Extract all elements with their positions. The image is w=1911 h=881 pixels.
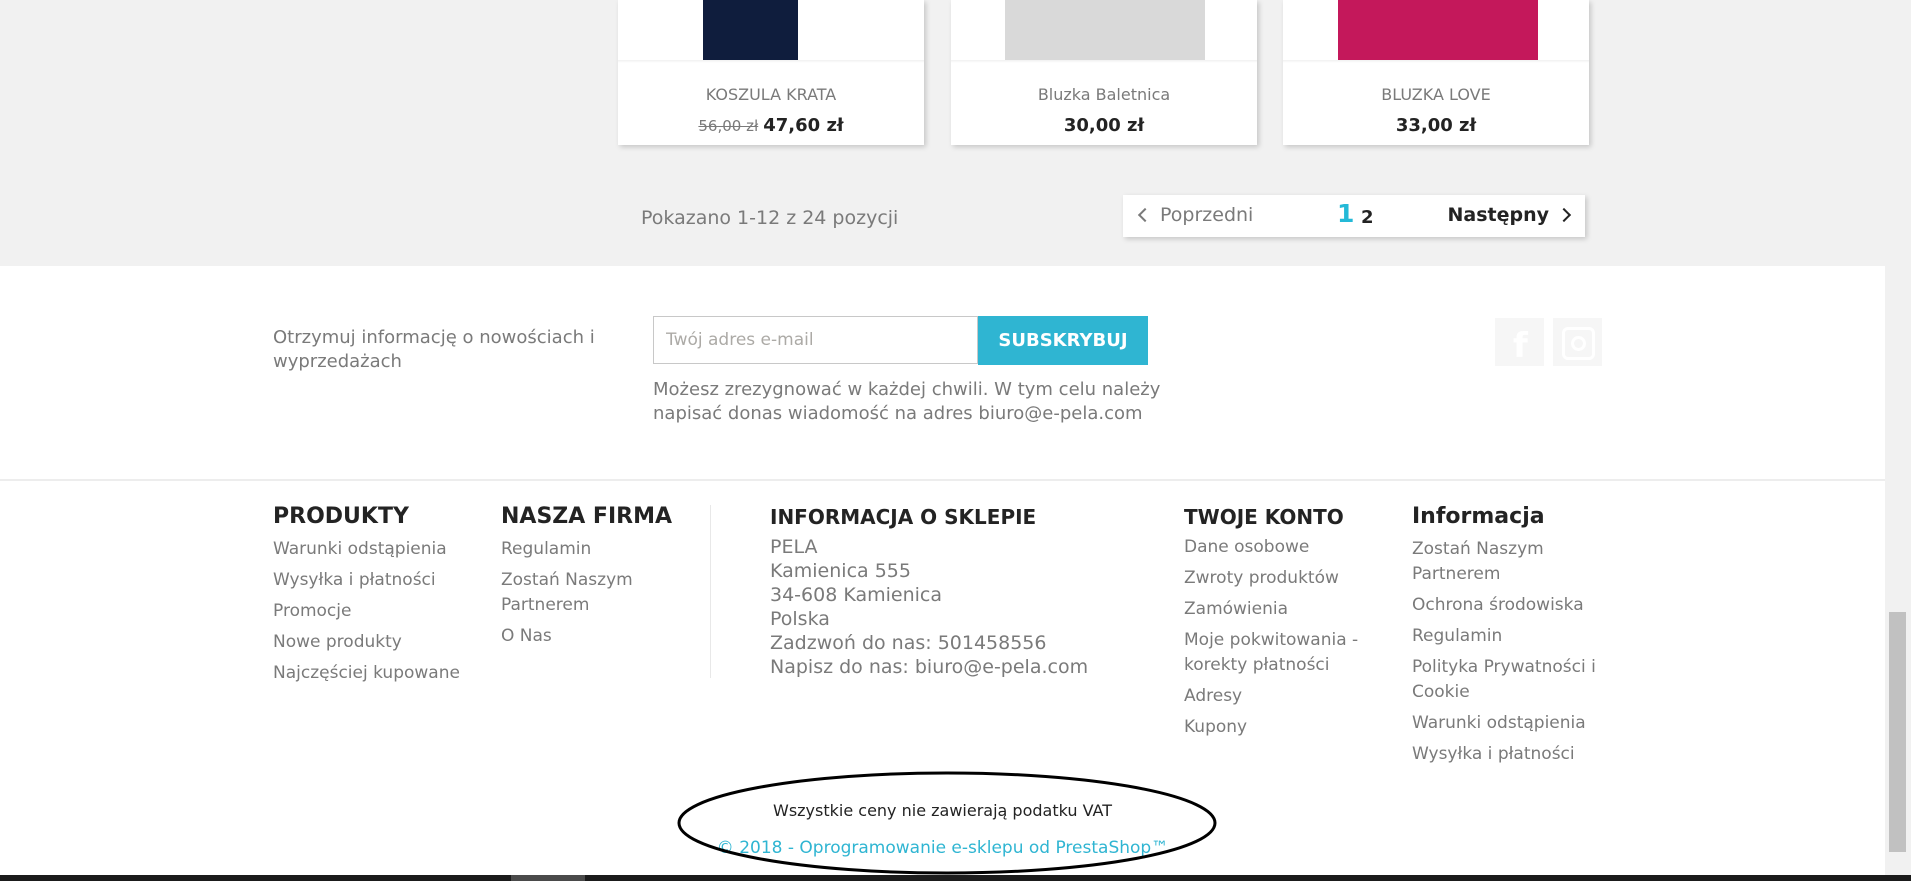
store-postcode: 34-608 Kamienica: [770, 584, 942, 606]
store-country: Polska: [770, 608, 830, 630]
footer-link[interactable]: Wysyłka i płatności: [273, 568, 436, 593]
footer-divider: [0, 479, 1885, 481]
product-card[interactable]: Bluzka Baletnica 30,00 zł: [951, 0, 1257, 145]
newsletter-conditions: Możesz zrezygnować w każdej chwili. W ty…: [653, 379, 1161, 424]
product-name[interactable]: BLUZKA LOVE: [1283, 85, 1589, 104]
product-price-row: 30,00 zł: [951, 115, 1257, 136]
footer-account-title: TWOJE KONTO: [1184, 505, 1344, 529]
footer-link[interactable]: Dane osobowe: [1184, 535, 1309, 560]
pagination-summary: Pokazano 1-12 z 24 pozycji: [641, 207, 899, 229]
bottom-bar: [0, 875, 1911, 881]
product-price-row: 56,00 zł 47,60 zł: [618, 115, 924, 136]
footer-link[interactable]: Zwroty produktów: [1184, 566, 1339, 591]
footer-link[interactable]: Moje pokwitowania - korekty płatności: [1184, 628, 1384, 678]
annotation-ellipse: [677, 771, 1217, 875]
product-price: 47,60 zł: [763, 115, 844, 136]
footer-link[interactable]: Warunki odstąpienia: [1412, 711, 1586, 736]
footer-link[interactable]: Kupony: [1184, 715, 1247, 740]
previous-page-label: Poprzedni: [1160, 204, 1254, 226]
footer-link[interactable]: Zostań Naszym Partnerem: [501, 568, 651, 618]
footer-link[interactable]: Regulamin: [501, 537, 591, 562]
product-name[interactable]: Bluzka Baletnica: [951, 85, 1257, 104]
next-page-link[interactable]: Następny: [1447, 204, 1572, 226]
footer-link[interactable]: Regulamin: [1412, 624, 1502, 649]
footer-info-title: Informacja: [1412, 504, 1545, 529]
subscribe-button[interactable]: SUBSKRYBUJ: [978, 316, 1148, 365]
bottom-bar-highlight: [511, 875, 585, 881]
regular-price: 56,00 zł: [698, 117, 759, 135]
chevron-right-icon: [1556, 207, 1572, 223]
store-name: PELA: [770, 536, 818, 558]
footer-link[interactable]: Adresy: [1184, 684, 1242, 709]
card-separator: [951, 60, 1257, 63]
chevron-left-icon: [1137, 207, 1153, 223]
page-1-link[interactable]: 1: [1337, 199, 1354, 228]
footer-link[interactable]: Ochrona środowiska: [1412, 593, 1584, 618]
product-price-row: 33,00 zł: [1283, 115, 1589, 136]
thumbnail-bg: [798, 0, 924, 60]
product-thumbnail[interactable]: [703, 0, 798, 60]
footer-link[interactable]: Najczęściej kupowane: [273, 661, 460, 686]
product-card[interactable]: KOSZULA KRATA 56,00 zł 47,60 zł: [618, 0, 924, 145]
product-thumbnail[interactable]: [1338, 0, 1538, 60]
previous-page-link[interactable]: Poprzedni: [1137, 204, 1254, 226]
product-name[interactable]: KOSZULA KRATA: [618, 85, 924, 104]
product-card[interactable]: BLUZKA LOVE 33,00 zł: [1283, 0, 1589, 145]
footer-link[interactable]: Warunki odstąpienia: [273, 537, 447, 562]
footer-link[interactable]: Nowe produkty: [273, 630, 402, 655]
footer-link[interactable]: Zostań Naszym Partnerem: [1412, 537, 1612, 587]
scrollbar-thumb[interactable]: [1889, 612, 1906, 852]
facebook-link[interactable]: f: [1495, 318, 1544, 366]
page-2-link[interactable]: 2: [1361, 207, 1374, 228]
footer-link[interactable]: Promocje: [273, 599, 351, 624]
next-page-label: Następny: [1447, 204, 1549, 226]
facebook-icon: f: [1513, 326, 1528, 366]
footer-link[interactable]: Wysyłka i płatności: [1412, 742, 1575, 767]
column-separator: [710, 505, 711, 678]
product-listing-area: [0, 0, 1885, 266]
card-separator: [1283, 60, 1589, 63]
footer-company-title: NASZA FIRMA: [501, 504, 672, 529]
store-email[interactable]: Napisz do nas: biuro@e-pela.com: [770, 655, 1088, 679]
product-price: 33,00 zł: [1395, 115, 1477, 136]
product-thumbnail[interactable]: [1005, 0, 1205, 60]
instagram-link[interactable]: [1553, 318, 1602, 366]
card-separator: [618, 60, 924, 63]
store-phone: Zadzwoń do nas: 501458556: [770, 632, 1047, 654]
store-address: Kamienica 555: [770, 560, 911, 582]
pagination: Poprzedni 1 2 Następny: [1123, 195, 1585, 237]
footer-store-info-title: INFORMACJA O SKLEPIE: [770, 505, 1037, 529]
email-field[interactable]: [653, 316, 978, 364]
store-info-block: PELA Kamienica 555 34-608 Kamienica Pols…: [770, 535, 1088, 679]
newsletter-description: Otrzymuj informację o nowościach i wyprz…: [273, 327, 595, 372]
footer-link[interactable]: Polityka Prywatności i Cookie: [1412, 655, 1607, 705]
footer-link[interactable]: Zamówienia: [1184, 597, 1288, 622]
footer-link[interactable]: O Nas: [501, 624, 552, 649]
product-price: 30,00 zł: [1063, 115, 1145, 136]
footer-products-title: PRODUKTY: [273, 504, 409, 529]
thumbnail-bg: [618, 0, 703, 60]
